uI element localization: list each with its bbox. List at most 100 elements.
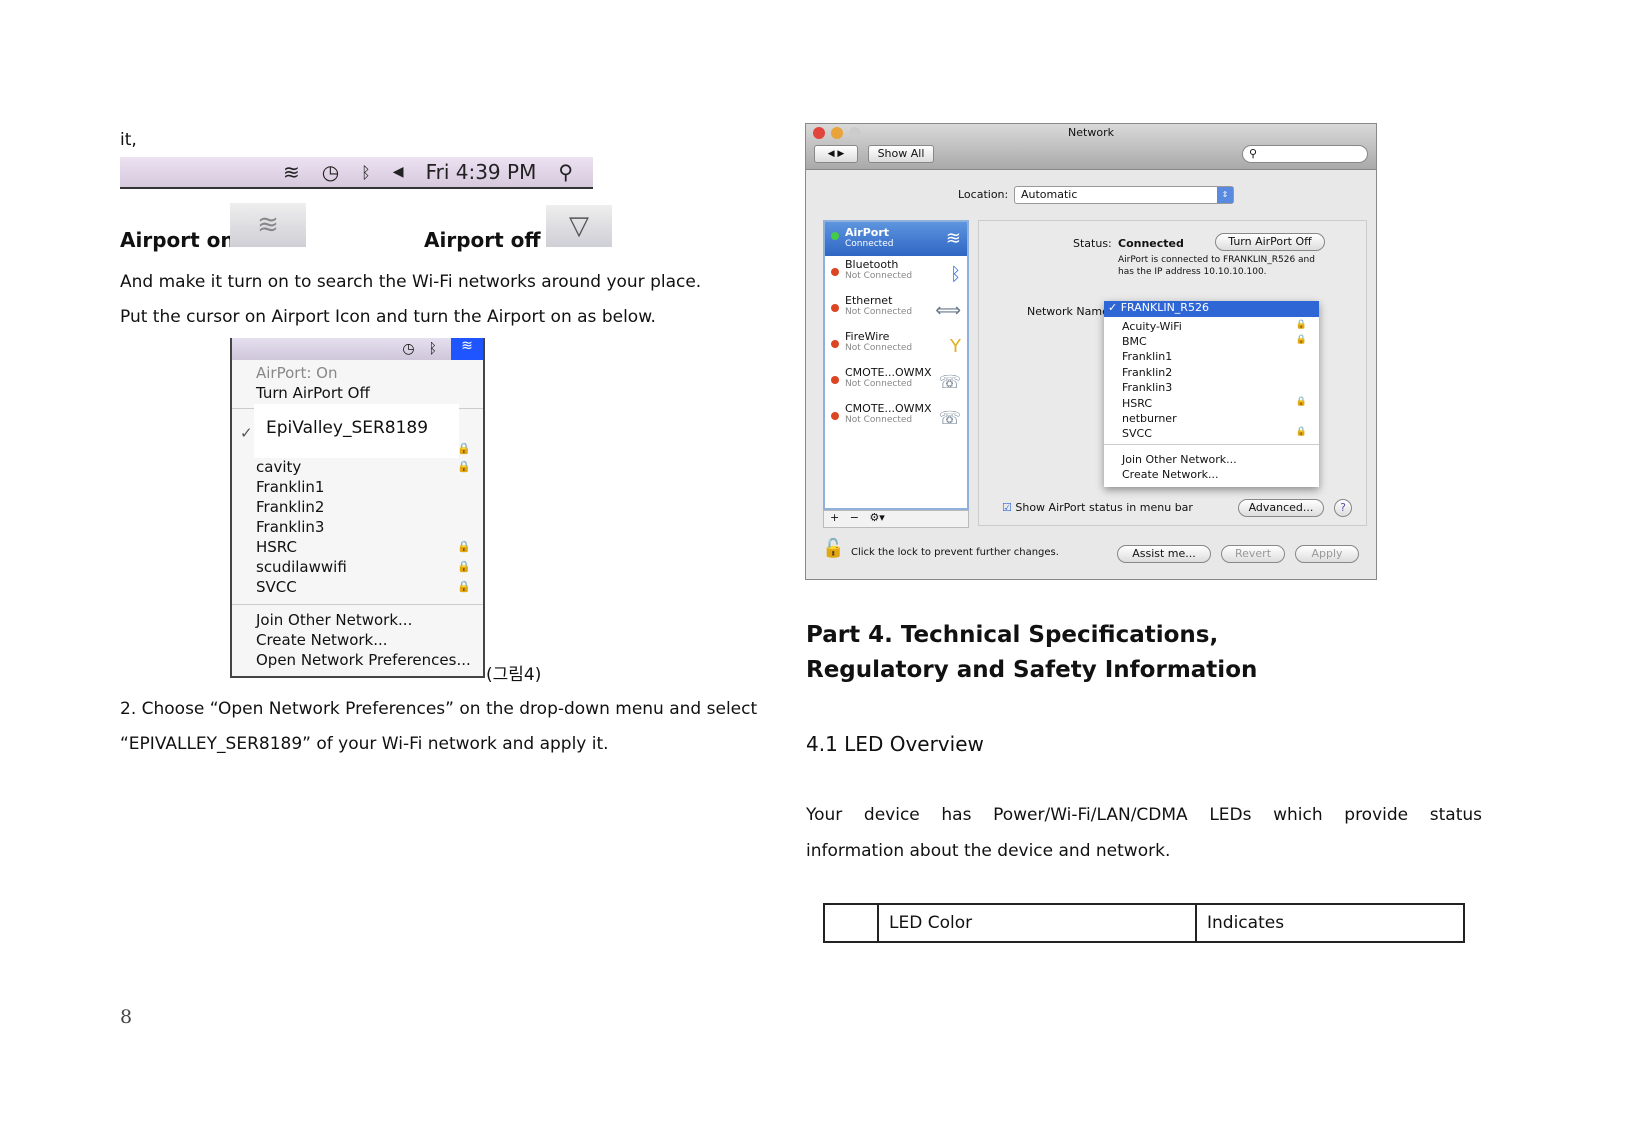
- network-option[interactable]: Franklin1: [1122, 350, 1172, 363]
- location-select[interactable]: Automatic ⇕: [1014, 186, 1234, 204]
- advanced-button[interactable]: Advanced...: [1238, 499, 1324, 517]
- figure-caption: (그림4): [486, 665, 542, 685]
- time-machine-icon: ◷: [321, 160, 340, 184]
- airport-on-label: Airport on: [120, 228, 235, 252]
- select-arrows-icon: ⇕: [1217, 187, 1233, 203]
- network-name-label: Network Name: [1027, 305, 1109, 318]
- table-header-cell: Indicates: [1195, 903, 1465, 943]
- network-option[interactable]: netburner: [1122, 412, 1177, 425]
- service-ethernet[interactable]: Ethernet Not Connected ⟺: [825, 294, 967, 328]
- network-item[interactable]: SVCC: [256, 578, 297, 596]
- clock-text: Fri 4:39 PM: [425, 160, 537, 184]
- service-bluetooth[interactable]: Bluetooth Not Connected ᛒ: [825, 258, 967, 292]
- ethernet-icon: ⟺: [935, 300, 961, 321]
- subsection-heading: 4.1 LED Overview: [806, 732, 984, 756]
- wifi-icon: ≋: [282, 160, 300, 184]
- location-value: Automatic: [1021, 188, 1078, 201]
- wifi-icon[interactable]: ≋: [451, 338, 483, 360]
- network-preferences-window: Network ◀ ▶ Show All ⚲ Location: Automat…: [805, 123, 1377, 580]
- service-cmote[interactable]: CMOTE...OWMX Not Connected ☏: [825, 366, 967, 400]
- apply-button[interactable]: Apply: [1295, 545, 1359, 563]
- create-network-option[interactable]: Create Network...: [1122, 468, 1218, 481]
- network-name-dropdown: ✓ FRANKLIN_R526 Acuity-WiFi 🔒 BMC 🔒 Frankl…: [1104, 301, 1319, 487]
- table-header-cell: LED Color: [877, 903, 1197, 943]
- search-input[interactable]: ⚲: [1242, 145, 1368, 163]
- turn-airport-off-button[interactable]: Turn AirPort Off: [1215, 233, 1325, 251]
- network-item[interactable]: Franklin2: [256, 498, 324, 516]
- intro-text: it,: [120, 130, 137, 150]
- menubar-strip: ◷ ᛒ ≋: [232, 338, 483, 360]
- table-header-row: LED Color Indicates: [823, 903, 1465, 943]
- title-bar: Network ◀ ▶ Show All ⚲: [806, 124, 1376, 170]
- network-option[interactable]: Franklin3: [1122, 381, 1172, 394]
- add-service-button[interactable]: +: [830, 511, 839, 524]
- volume-icon: ◀: [392, 164, 404, 180]
- location-label: Location:: [958, 188, 1009, 201]
- window-title: Network: [1068, 126, 1114, 139]
- lock-icon: 🔒: [457, 540, 471, 553]
- create-network-item[interactable]: Create Network...: [256, 631, 388, 649]
- bluetooth-icon: ᛒ: [361, 162, 371, 182]
- join-other-network-option[interactable]: Join Other Network...: [1122, 453, 1237, 466]
- checkbox-checked-icon: ☑: [1002, 501, 1012, 514]
- bluetooth-icon: ᛒ: [950, 264, 961, 285]
- lock-icon: 🔒: [457, 442, 471, 455]
- back-forward-buttons[interactable]: ◀ ▶: [814, 145, 858, 163]
- section-heading: Regulatory and Safety Information: [806, 657, 1258, 683]
- open-network-preferences-item[interactable]: Open Network Preferences...: [256, 651, 471, 669]
- assist-me-button[interactable]: Assist me...: [1117, 545, 1211, 563]
- paragraph: “EPIVALLEY_SER8189” of your Wi-Fi networ…: [120, 734, 609, 754]
- time-machine-icon: ◷: [402, 341, 415, 357]
- firewire-icon: Y: [950, 336, 961, 357]
- mac-menubar: ≋ ◷ ᛒ ◀ Fri 4:39 PM ⚲: [120, 157, 593, 189]
- checkmark-icon: ✓: [240, 424, 253, 442]
- paragraph: Your device has Power/Wi-Fi/LAN/CDMA LED…: [806, 805, 1482, 825]
- section-heading: Part 4. Technical Specifications,: [806, 622, 1219, 648]
- lock-icon[interactable]: 🔓: [822, 538, 844, 559]
- spotlight-icon: ⚲: [558, 160, 573, 184]
- network-item[interactable]: HSRC: [256, 538, 297, 556]
- paragraph: information about the device and network…: [806, 841, 1171, 861]
- revert-button[interactable]: Revert: [1221, 545, 1285, 563]
- wifi-off-icon: ▽: [546, 205, 612, 247]
- wifi-on-icon: ≋: [230, 203, 306, 247]
- remove-service-button[interactable]: −: [850, 511, 859, 524]
- service-toolbar: + − ⚙▾: [823, 510, 969, 528]
- network-option[interactable]: Franklin2: [1122, 366, 1172, 379]
- show-all-button[interactable]: Show All: [868, 145, 934, 163]
- lock-text: Click the lock to prevent further change…: [851, 547, 1059, 558]
- lock-icon: 🔒: [457, 460, 471, 473]
- network-item[interactable]: Franklin3: [256, 518, 324, 536]
- wifi-icon: ≋: [945, 228, 961, 249]
- lock-icon: 🔒: [457, 580, 471, 593]
- service-airport[interactable]: AirPort Connected ≋: [825, 222, 967, 256]
- network-item[interactable]: Franklin1: [256, 478, 324, 496]
- network-option[interactable]: BMC: [1122, 335, 1147, 348]
- paragraph: And make it turn on to search the Wi-Fi …: [120, 272, 702, 292]
- show-status-checkbox[interactable]: ☑ Show AirPort status in menu bar: [1002, 501, 1193, 514]
- paragraph: Put the cursor on Airport Icon and turn …: [120, 307, 656, 327]
- phone-icon: ☏: [938, 372, 961, 393]
- selected-network-option[interactable]: ✓ FRANKLIN_R526: [1104, 301, 1319, 317]
- network-option[interactable]: HSRC: [1122, 397, 1152, 410]
- selected-network-item[interactable]: EpiValley_SER8189: [254, 404, 459, 458]
- gear-icon[interactable]: ⚙▾: [869, 511, 884, 524]
- bluetooth-icon: ᛒ: [428, 341, 437, 357]
- search-icon: ⚲: [1249, 147, 1258, 160]
- help-button[interactable]: ?: [1334, 499, 1352, 517]
- status-label: Status:: [1073, 237, 1112, 250]
- network-option[interactable]: SVCC: [1122, 427, 1152, 440]
- paragraph: 2. Choose “Open Network Preferences” on …: [120, 699, 758, 719]
- service-cmote[interactable]: CMOTE...OWMX Not Connected ☏: [825, 402, 967, 436]
- status-value: Connected: [1118, 237, 1184, 250]
- led-table: LED Color Indicates: [823, 903, 1465, 943]
- table-header-cell: [823, 903, 879, 943]
- network-item[interactable]: scudilawwifi: [256, 558, 347, 576]
- lock-icon: 🔒: [457, 560, 471, 573]
- turn-airport-off-item[interactable]: Turn AirPort Off: [256, 384, 370, 402]
- network-option[interactable]: Acuity-WiFi: [1122, 320, 1182, 333]
- network-item[interactable]: cavity: [256, 458, 301, 476]
- join-other-network-item[interactable]: Join Other Network...: [256, 611, 412, 629]
- service-firewire[interactable]: FireWire Not Connected Y: [825, 330, 967, 364]
- page-number: 8: [120, 1006, 133, 1028]
